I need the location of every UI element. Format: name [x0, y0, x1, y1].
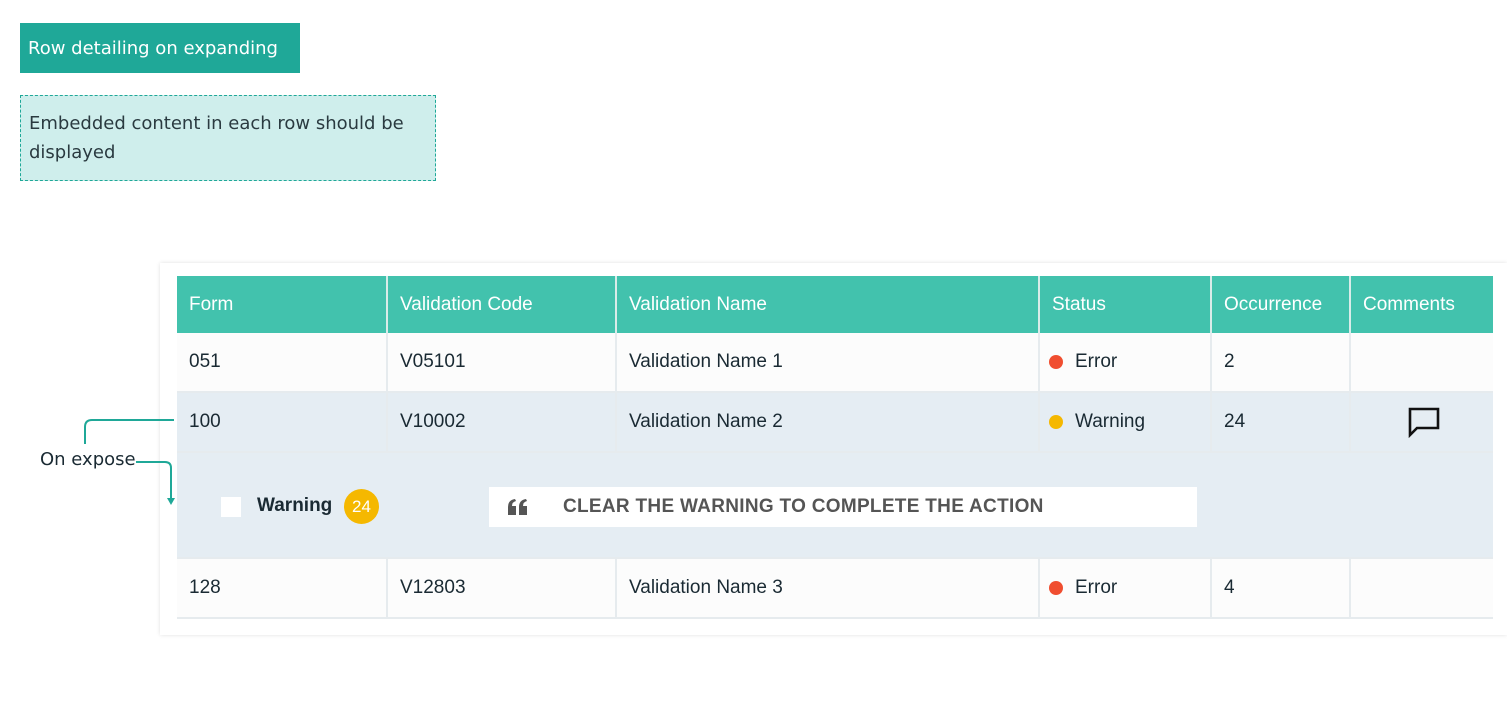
expanded-detail-row: Warning 24 CLEAR THE WARNING TO COMPLETE…: [177, 452, 1493, 559]
annotation-label: On expose: [40, 449, 136, 470]
warning-checkbox-label: Warning: [257, 495, 333, 516]
cell-validation-name: Validation Name 3: [616, 558, 1040, 619]
column-header-comments[interactable]: Comments: [1350, 276, 1493, 333]
table-header-row: Form Validation Code Validation Name Sta…: [177, 276, 1493, 333]
comment-icon[interactable]: [1407, 406, 1441, 438]
warning-count-badge: 24: [344, 489, 379, 524]
validation-table: Form Validation Code Validation Name Sta…: [177, 276, 1493, 619]
cell-validation-code: V10002: [387, 392, 617, 453]
table-row-expanded[interactable]: 100 V10002 Validation Name 2 Warning 24: [177, 392, 1493, 453]
cell-form: 100: [177, 392, 388, 453]
table-row[interactable]: 051 V05101 Validation Name 1 Error 2: [177, 333, 1493, 393]
warning-message-box: CLEAR THE WARNING TO COMPLETE THE ACTION: [489, 487, 1197, 527]
cell-occurrence: 24: [1211, 392, 1351, 453]
warning-message: CLEAR THE WARNING TO COMPLETE THE ACTION: [563, 496, 1044, 517]
cell-status: Error: [1039, 558, 1212, 619]
quote-icon: [508, 499, 527, 515]
annotation-connector: [84, 419, 175, 505]
cell-comments: [1350, 392, 1493, 453]
cell-form: 128: [177, 558, 388, 619]
cell-occurrence: 2: [1211, 333, 1351, 393]
cell-validation-code: V05101: [387, 333, 617, 393]
cell-status: Error: [1039, 333, 1212, 393]
status-label: Error: [1075, 577, 1118, 598]
cell-validation-name: Validation Name 1: [616, 333, 1040, 393]
column-header-form[interactable]: Form: [177, 276, 388, 333]
warning-status-dot: [1049, 414, 1063, 429]
column-header-occurrence[interactable]: Occurrence: [1211, 276, 1351, 333]
cell-comments: [1350, 333, 1493, 393]
cell-form: 051: [177, 333, 388, 393]
status-label: Error: [1075, 351, 1118, 372]
expanded-detail-cell: Warning 24 CLEAR THE WARNING TO COMPLETE…: [177, 452, 1493, 559]
column-header-validation-name[interactable]: Validation Name: [616, 276, 1040, 333]
column-header-status[interactable]: Status: [1039, 276, 1212, 333]
cell-validation-name: Validation Name 2: [616, 392, 1040, 453]
error-status-dot: [1049, 580, 1063, 595]
cell-occurrence: 4: [1211, 558, 1351, 619]
status-label: Warning: [1075, 411, 1146, 432]
cell-comments: [1350, 558, 1493, 619]
table-row[interactable]: 128 V12803 Validation Name 3 Error 4: [177, 558, 1493, 619]
warning-checkbox[interactable]: [221, 497, 241, 517]
cell-validation-code: V12803: [387, 558, 617, 619]
error-status-dot: [1049, 354, 1063, 369]
column-header-validation-code[interactable]: Validation Code: [387, 276, 617, 333]
cell-status: Warning: [1039, 392, 1212, 453]
